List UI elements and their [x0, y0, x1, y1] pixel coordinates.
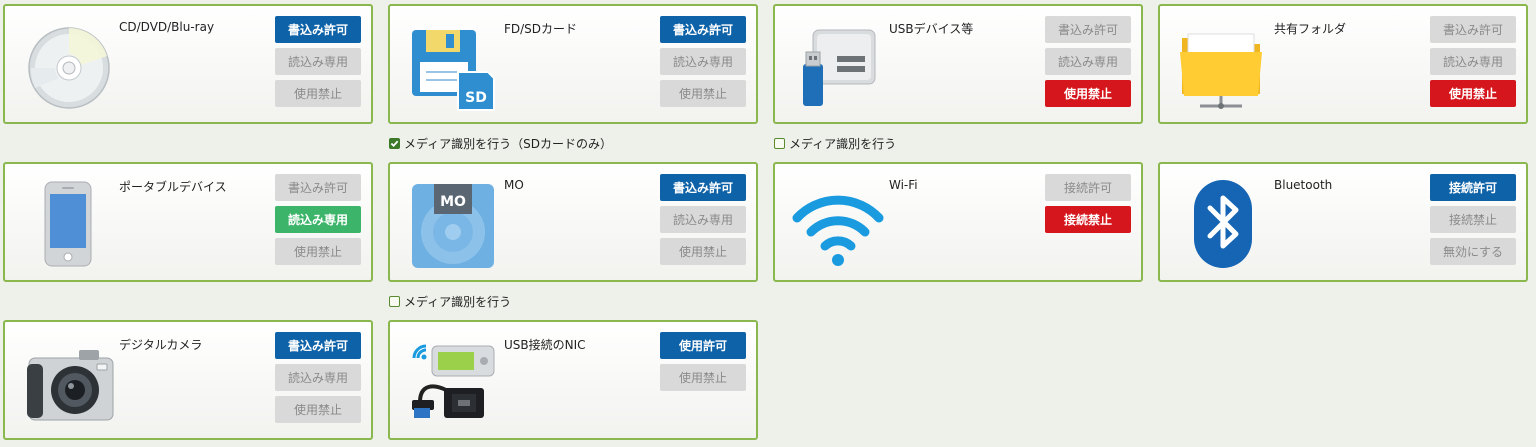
- checkbox-label: メディア識別を行う（SDカードのみ）: [404, 137, 613, 151]
- device-card-mo: MO MO 書込み許可 読込み専用 使用禁止: [388, 162, 758, 282]
- share-deny-button[interactable]: 使用禁止: [1430, 80, 1516, 107]
- bluetooth-connect-allow-button[interactable]: 接続許可: [1430, 174, 1516, 201]
- nic-use-allow-button[interactable]: 使用許可: [660, 332, 746, 359]
- device-card-nic: USB接続のNIC 使用許可 使用禁止: [388, 320, 758, 440]
- usb-device-icon: [789, 16, 885, 112]
- usb-deny-button[interactable]: 使用禁止: [1045, 80, 1131, 107]
- cd-read-only-button[interactable]: 読込み専用: [275, 48, 361, 75]
- checkbox-unchecked-icon: [389, 296, 400, 307]
- bluetooth-connect-deny-button[interactable]: 接続禁止: [1430, 206, 1516, 233]
- fd-write-allow-button[interactable]: 書込み許可: [660, 16, 746, 43]
- bluetooth-icon: [1174, 174, 1270, 270]
- share-write-allow-button[interactable]: 書込み許可: [1430, 16, 1516, 43]
- checkbox-label: メディア識別を行う: [404, 295, 512, 309]
- floppy-sd-icon: SD: [404, 16, 500, 112]
- share-read-only-button[interactable]: 読込み専用: [1430, 48, 1516, 75]
- fd-read-only-button[interactable]: 読込み専用: [660, 48, 746, 75]
- camera-deny-button[interactable]: 使用禁止: [275, 396, 361, 423]
- nic-deny-button[interactable]: 使用禁止: [660, 364, 746, 391]
- device-label: ポータブルデバイス: [119, 180, 227, 194]
- device-label: USB接続のNIC: [504, 338, 586, 352]
- camera-icon: [19, 332, 115, 428]
- mo-icon-text: MO: [440, 194, 466, 210]
- device-label: FD/SDカード: [504, 22, 578, 36]
- device-label: 共有フォルダ: [1274, 22, 1347, 36]
- device-label: デジタルカメラ: [119, 338, 203, 352]
- shared-folder-icon: [1174, 16, 1270, 112]
- smartphone-icon: [19, 174, 115, 270]
- camera-write-allow-button[interactable]: 書込み許可: [275, 332, 361, 359]
- device-label: Wi-Fi: [889, 178, 918, 192]
- mo-deny-button[interactable]: 使用禁止: [660, 238, 746, 265]
- mo-media-checkbox[interactable]: メディア識別を行う: [389, 293, 511, 310]
- device-card-portable: ポータブルデバイス 書込み許可 読込み専用 使用禁止: [3, 162, 373, 282]
- mo-read-only-button[interactable]: 読込み専用: [660, 206, 746, 233]
- disc-icon: [19, 16, 115, 112]
- usb-write-allow-button[interactable]: 書込み許可: [1045, 16, 1131, 43]
- checkbox-checked-icon: [389, 138, 400, 149]
- camera-read-only-button[interactable]: 読込み専用: [275, 364, 361, 391]
- fd-media-checkbox[interactable]: メディア識別を行う（SDカードのみ）: [389, 135, 612, 152]
- device-card-cd: CD/DVD/Blu-ray 書込み許可 読込み専用 使用禁止: [3, 4, 373, 124]
- device-label: MO: [504, 178, 524, 192]
- wifi-connect-allow-button[interactable]: 接続許可: [1045, 174, 1131, 201]
- device-label: USBデバイス等: [889, 22, 974, 36]
- portable-read-only-button[interactable]: 読込み専用: [275, 206, 361, 233]
- mo-write-allow-button[interactable]: 書込み許可: [660, 174, 746, 201]
- bluetooth-disable-button[interactable]: 無効にする: [1430, 238, 1516, 265]
- usb-read-only-button[interactable]: 読込み専用: [1045, 48, 1131, 75]
- sd-icon-text: SD: [465, 90, 487, 106]
- mo-disk-icon: MO: [404, 174, 500, 270]
- cd-deny-button[interactable]: 使用禁止: [275, 80, 361, 107]
- checkbox-unchecked-icon: [774, 138, 785, 149]
- portable-write-allow-button[interactable]: 書込み許可: [275, 174, 361, 201]
- usb-media-checkbox[interactable]: メディア識別を行う: [774, 135, 896, 152]
- checkbox-label: メディア識別を行う: [789, 137, 897, 151]
- portable-deny-button[interactable]: 使用禁止: [275, 238, 361, 265]
- device-card-camera: デジタルカメラ 書込み許可 読込み専用 使用禁止: [3, 320, 373, 440]
- device-card-fd: SD FD/SDカード 書込み許可 読込み専用 使用禁止: [388, 4, 758, 124]
- device-card-wifi: Wi-Fi 接続許可 接続禁止: [773, 162, 1143, 282]
- cd-write-allow-button[interactable]: 書込み許可: [275, 16, 361, 43]
- device-label: CD/DVD/Blu-ray: [119, 20, 215, 34]
- wifi-icon: [789, 174, 885, 270]
- device-card-bluetooth: Bluetooth 接続許可 接続禁止 無効にする: [1158, 162, 1528, 282]
- device-card-usb: USBデバイス等 書込み許可 読込み専用 使用禁止: [773, 4, 1143, 124]
- wifi-connect-deny-button[interactable]: 接続禁止: [1045, 206, 1131, 233]
- fd-deny-button[interactable]: 使用禁止: [660, 80, 746, 107]
- usb-nic-icon: [404, 332, 500, 428]
- device-label: Bluetooth: [1274, 178, 1333, 192]
- device-card-shared-folder: 共有フォルダ 書込み許可 読込み専用 使用禁止: [1158, 4, 1528, 124]
